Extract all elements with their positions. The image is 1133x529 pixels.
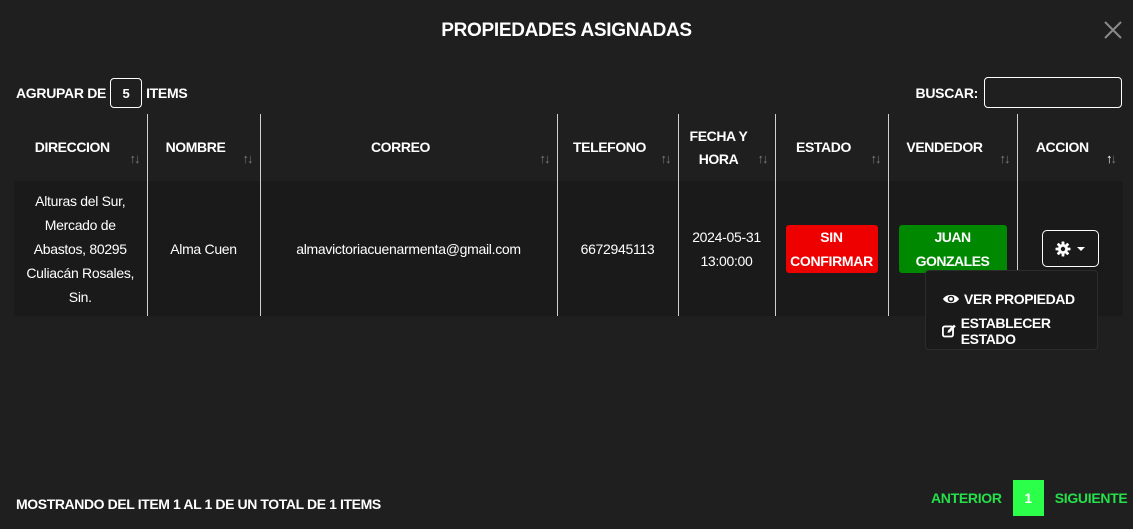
cell-nombre: Alma Cuen — [146, 181, 260, 316]
search-input[interactable] — [984, 77, 1122, 108]
close-button[interactable] — [1103, 20, 1123, 40]
pagination-info: MOSTRANDO DEL ITEM 1 AL 1 DE UN TOTAL DE… — [16, 496, 381, 512]
next-page-link[interactable]: SIGUIENTE — [1054, 490, 1129, 506]
sort-icon: ↑↓ — [757, 151, 769, 166]
page-size-control: AGRUPAR DE ITEMS — [16, 78, 188, 108]
table-header-row: DIRECCION ↑↓ NOMBRE ↑↓ CORREO ↑↓ TELEFONO ↑↓… — [14, 114, 1123, 181]
group-prefix-label: AGRUPAR DE — [16, 85, 107, 101]
menu-item-label: VER PROPIEDAD — [964, 291, 1075, 307]
gear-icon — [1055, 241, 1071, 256]
cell-fecha: 2024-05-31 13:00:00 — [677, 181, 775, 316]
eye-icon — [943, 294, 959, 304]
seller-badge: JUAN GONZALES — [898, 224, 1007, 273]
search-label: BUSCAR: — [915, 84, 979, 101]
sort-icon: ↑↓ — [242, 151, 254, 166]
close-icon — [1104, 21, 1122, 39]
sort-icon: ↑↓ — [129, 151, 141, 166]
status-badge: SIN CONFIRMAR — [785, 224, 878, 273]
cell-correo: almavictoriacuenarmenta@gmail.com — [259, 181, 557, 316]
column-header-telefono[interactable]: TELEFONO ↑↓ — [556, 114, 678, 181]
column-header-vendedor[interactable]: VENDEDOR ↑↓ — [887, 114, 1017, 181]
cell-direccion: Alturas del Sur, Mercado de Abastos, 802… — [14, 181, 147, 316]
cell-estado: SIN CONFIRMAR — [774, 181, 888, 316]
current-page-button[interactable]: 1 — [1012, 480, 1044, 516]
column-header-nombre[interactable]: NOMBRE ↑↓ — [146, 114, 260, 181]
actions-dropdown-button[interactable] — [1041, 230, 1099, 267]
group-suffix-label: ITEMS — [146, 85, 188, 101]
search-control: BUSCAR: — [916, 77, 1122, 108]
cell-telefono: 6672945113 — [556, 181, 678, 316]
modal-title: PROPIEDADES ASIGNADAS — [441, 20, 692, 41]
edit-icon — [942, 324, 956, 338]
chevron-down-icon — [1077, 246, 1086, 251]
menu-item-ver-propiedad[interactable]: VER PROPIEDAD — [926, 283, 1097, 315]
page-size-input[interactable] — [110, 78, 143, 108]
column-header-fecha[interactable]: FECHA Y HORA ↑↓ — [677, 114, 775, 181]
column-header-accion[interactable]: ACCION ↑↓ — [1016, 114, 1123, 181]
column-header-direccion[interactable]: DIRECCION ↑↓ — [14, 114, 147, 181]
menu-item-establecer-estado[interactable]: ESTABLECER ESTADO — [926, 315, 1097, 347]
sort-icon: ↑↓ — [870, 151, 882, 166]
pagination: ANTERIOR 1 SIGUIENTE — [930, 480, 1128, 516]
sort-icon: ↑↓ — [660, 151, 672, 166]
sort-ascending-icon: ↑↓ — [1106, 151, 1117, 166]
menu-item-label: ESTABLECER ESTADO — [960, 315, 1051, 347]
column-header-correo[interactable]: CORREO ↑↓ — [259, 114, 557, 181]
previous-page-link[interactable]: ANTERIOR — [930, 490, 1003, 506]
column-header-estado[interactable]: ESTADO ↑↓ — [774, 114, 888, 181]
sort-icon: ↑↓ — [539, 151, 551, 166]
sort-icon: ↑↓ — [999, 151, 1011, 166]
actions-dropdown-menu: VER PROPIEDAD ESTABLECER ESTADO — [925, 270, 1098, 350]
